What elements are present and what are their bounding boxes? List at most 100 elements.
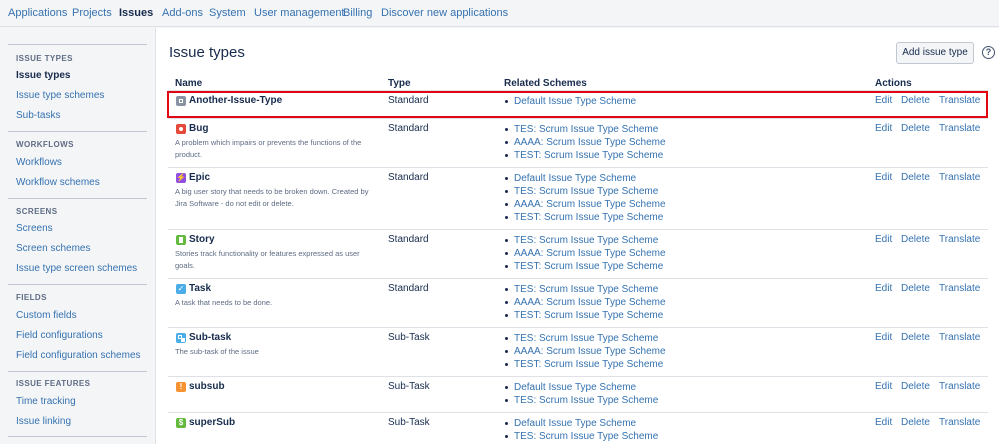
related-scheme-link[interactable]: TES: Scrum Issue Type Scheme [504, 185, 666, 198]
related-scheme-link[interactable]: AAAA: Scrum Issue Type Scheme [504, 136, 666, 149]
related-scheme-link[interactable]: AAAA: Scrum Issue Type Scheme [504, 247, 666, 260]
delete-link[interactable]: Delete [901, 95, 930, 106]
translate-link[interactable]: Translate [939, 417, 980, 428]
delete-link[interactable]: Delete [901, 381, 930, 392]
help-icon[interactable]: ? [982, 46, 995, 59]
sidebar-item-field-configuration-schemes[interactable]: Field configuration schemes [16, 350, 141, 361]
related-scheme-link[interactable]: TES: Scrum Issue Type Scheme [504, 123, 666, 136]
issue-type-description: The sub-task of the issue [175, 347, 259, 356]
issue-type-name: Bug [189, 123, 209, 134]
related-scheme-link[interactable]: AAAA: Scrum Issue Type Scheme [504, 296, 666, 309]
edit-link[interactable]: Edit [875, 332, 892, 343]
add-issue-type-button[interactable]: Add issue type [896, 42, 974, 64]
translate-link[interactable]: Translate [939, 95, 980, 106]
delete-link[interactable]: Delete [901, 283, 930, 294]
sidebar-heading-issue-features: ISSUE FEATURES [16, 379, 91, 388]
delete-link[interactable]: Delete [901, 172, 930, 183]
related-scheme-link[interactable]: TEST: Scrum Issue Type Scheme [504, 149, 666, 162]
issue-type-name: superSub [189, 417, 236, 428]
related-scheme-link[interactable]: Default Issue Type Scheme [504, 172, 666, 185]
edit-link[interactable]: Edit [875, 123, 892, 134]
edit-link[interactable]: Edit [875, 95, 892, 106]
related-scheme-link[interactable]: TEST: Scrum Issue Type Scheme [504, 260, 666, 273]
issue-type-type: Sub-Task [388, 332, 430, 343]
related-scheme-link[interactable]: TES: Scrum Issue Type Scheme [504, 332, 666, 345]
delete-link[interactable]: Delete [901, 123, 930, 134]
edit-link[interactable]: Edit [875, 417, 892, 428]
translate-link[interactable]: Translate [939, 123, 980, 134]
sidebar-item-screens[interactable]: Screens [16, 223, 53, 234]
sidebar-item-sub-tasks[interactable]: Sub-tasks [16, 110, 60, 121]
delete-link[interactable]: Delete [901, 332, 930, 343]
tab-billing[interactable]: Billing [343, 7, 372, 19]
issue-types-panel: Issue types Add issue type ? Name Type R… [155, 28, 999, 444]
task-icon: ✓ [176, 284, 186, 294]
delete-link[interactable]: Delete [901, 417, 930, 428]
tab-system[interactable]: System [209, 7, 246, 19]
edit-link[interactable]: Edit [875, 172, 892, 183]
sidebar-item-issue-type-schemes[interactable]: Issue type schemes [16, 90, 104, 101]
tab-discover-new-applications[interactable]: Discover new applications [381, 7, 508, 19]
supersub-icon: $ [176, 418, 186, 428]
related-schemes-list: Default Issue Type Scheme TES: Scrum Issu… [504, 172, 666, 224]
sidebar-heading-fields: FIELDS [16, 293, 47, 302]
subtask-icon [176, 333, 186, 343]
translate-link[interactable]: Translate [939, 172, 980, 183]
table-row: Another-Issue-Type Standard Default Issue … [168, 90, 988, 118]
table-row: ! subsub Sub-Task Default Issue Type Scheme… [168, 376, 988, 412]
edit-link[interactable]: Edit [875, 283, 892, 294]
related-scheme-link[interactable]: TES: Scrum Issue Type Scheme [504, 394, 658, 407]
table-row: Bug A problem which impairs or prevents t… [168, 118, 988, 167]
related-scheme-link[interactable]: TES: Scrum Issue Type Scheme [504, 234, 666, 247]
edit-link[interactable]: Edit [875, 234, 892, 245]
tab-projects[interactable]: Projects [72, 7, 112, 19]
table-row: ⚡ Epic A big user story that needs to be b… [168, 167, 988, 229]
related-scheme-link[interactable]: Default Issue Type Scheme [504, 417, 658, 430]
issue-type-description: Stories track functionality or features … [175, 249, 360, 270]
sidebar-item-issue-type-screen-schemes[interactable]: Issue type screen schemes [16, 263, 137, 274]
related-schemes-list: TES: Scrum Issue Type Scheme AAAA: Scrum … [504, 123, 666, 162]
issue-type-name: Story [189, 234, 215, 245]
issue-type-type: Standard [388, 172, 429, 183]
sidebar-item-workflows[interactable]: Workflows [16, 157, 62, 168]
related-scheme-link[interactable]: TEST: Scrum Issue Type Scheme [504, 309, 666, 322]
translate-link[interactable]: Translate [939, 381, 980, 392]
sidebar-item-issue-types[interactable]: Issue types [16, 70, 70, 81]
tab-add-ons[interactable]: Add-ons [162, 7, 203, 19]
table-row: ✓ Task A task that needs to be done. Standa… [168, 278, 988, 327]
column-header-type: Type [388, 78, 411, 89]
related-scheme-link[interactable]: TEST: Scrum Issue Type Scheme [504, 211, 666, 224]
sidebar-item-custom-fields[interactable]: Custom fields [16, 310, 77, 321]
issue-type-name: Epic [189, 172, 211, 183]
translate-link[interactable]: Translate [939, 332, 980, 343]
sidebar-item-issue-linking[interactable]: Issue linking [16, 416, 71, 427]
sidebar-item-screen-schemes[interactable]: Screen schemes [16, 243, 90, 254]
related-scheme-link[interactable]: Default Issue Type Scheme [504, 381, 658, 394]
issue-type-description: A big user story that needs to be broken… [175, 187, 369, 208]
related-scheme-link[interactable]: TES: Scrum Issue Type Scheme [504, 430, 658, 443]
delete-link[interactable]: Delete [901, 234, 930, 245]
sidebar-item-time-tracking[interactable]: Time tracking [16, 396, 76, 407]
translate-link[interactable]: Translate [939, 283, 980, 294]
related-scheme-link[interactable]: TEST: Scrum Issue Type Scheme [504, 358, 666, 371]
sidebar-divider [8, 436, 147, 437]
column-header-actions: Actions [875, 78, 912, 89]
related-scheme-link[interactable]: TES: Scrum Issue Type Scheme [504, 283, 666, 296]
sidebar-item-workflow-schemes[interactable]: Workflow schemes [16, 177, 100, 188]
sidebar-item-field-configurations[interactable]: Field configurations [16, 330, 103, 341]
translate-link[interactable]: Translate [939, 234, 980, 245]
issue-type-type: Standard [388, 283, 429, 294]
table-row: Sub-task The sub-task of the issue Sub-Tas… [168, 327, 988, 376]
tab-user-management[interactable]: User management [254, 7, 345, 19]
issue-type-name: subsub [189, 381, 225, 392]
related-scheme-link[interactable]: Default Issue Type Scheme [504, 95, 636, 108]
tab-issues[interactable]: Issues [119, 7, 153, 19]
related-scheme-link[interactable]: AAAA: Scrum Issue Type Scheme [504, 198, 666, 211]
bug-icon [176, 124, 186, 134]
related-scheme-link[interactable]: AAAA: Scrum Issue Type Scheme [504, 345, 666, 358]
edit-link[interactable]: Edit [875, 381, 892, 392]
related-schemes-list: Default Issue Type Scheme TES: Scrum Issu… [504, 381, 658, 407]
tab-applications[interactable]: Applications [8, 7, 67, 19]
subsub-icon: ! [176, 382, 186, 392]
sidebar-divider [8, 131, 147, 132]
